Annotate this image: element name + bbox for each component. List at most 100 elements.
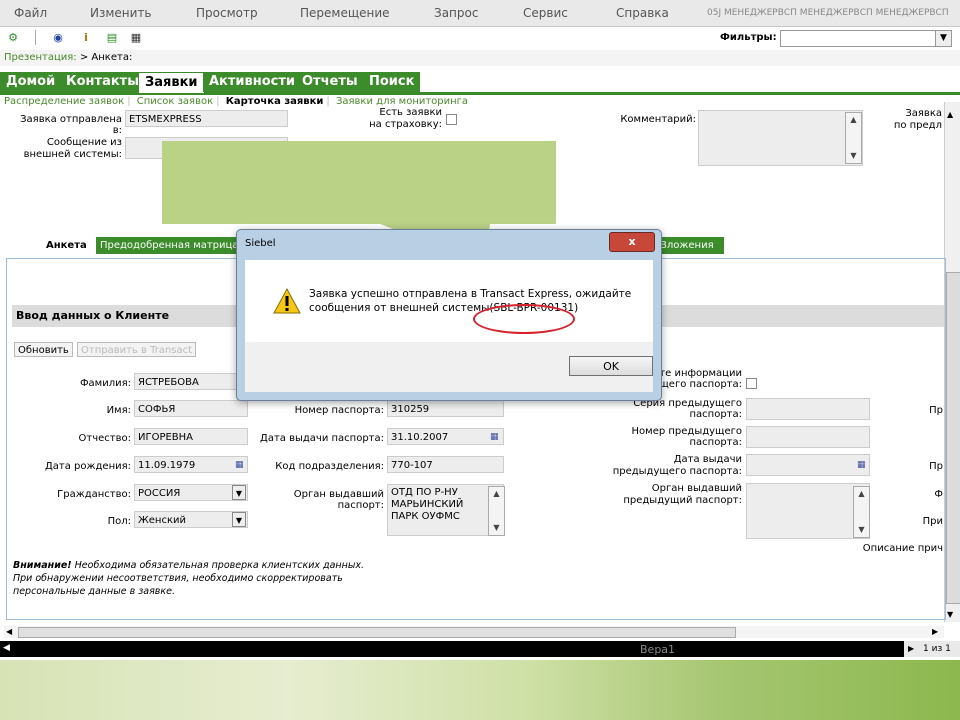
prev-number-label-2: паспорта:: [689, 437, 743, 448]
tab-reports[interactable]: Отчеты: [296, 72, 364, 92]
prev-number-field[interactable]: [746, 426, 870, 448]
link-request-card[interactable]: Карточка заявки: [226, 96, 324, 107]
breadcrumb-root[interactable]: Презентация:: [4, 52, 77, 63]
calendar-icon[interactable]: ▦: [235, 460, 245, 470]
menu-help[interactable]: Справка: [616, 6, 669, 20]
prev-issuer-scrollbar[interactable]: ▲ ▼: [853, 486, 870, 538]
comment-scrollbar[interactable]: ▲ ▼: [845, 112, 862, 164]
refresh-button[interactable]: Обновить: [14, 342, 73, 357]
menu-query[interactable]: Запрос: [434, 6, 478, 20]
scroll-down-icon[interactable]: ▼: [846, 149, 861, 162]
tab-requests[interactable]: Заявки: [138, 72, 205, 93]
scroll-thumb[interactable]: [946, 272, 960, 604]
birthdate-field[interactable]: 11.09.1979: [134, 456, 248, 473]
issuer-label: Орган выдавший паспорт:: [293, 489, 384, 511]
scroll-thumb[interactable]: [18, 627, 736, 638]
tab-activities[interactable]: Активности: [203, 72, 302, 92]
surname-field[interactable]: ЯСТРЕБОВА: [134, 373, 248, 390]
status-bar: ◀ Вера1 ▶ 1 из 1: [0, 641, 960, 657]
prev-series-label-2: паспорта:: [689, 409, 743, 420]
warning-line: Необходима обязательная проверка клиентс…: [71, 560, 364, 571]
dialog-title: Siebel: [245, 238, 276, 249]
binoculars-icon[interactable]: ◉: [52, 31, 64, 44]
scroll-left-icon[interactable]: ◀: [6, 627, 12, 636]
prev-date-label: Дата выдачи: [673, 454, 742, 465]
highlight-oval: [473, 304, 575, 334]
gender-label: Пол:: [107, 516, 131, 527]
prev-number-label: Номер предыдущего: [631, 426, 742, 437]
user-info: 05J МЕНЕДЖЕРВСП МЕНЕДЖЕРВСП МЕНЕДЖЕРВСП: [707, 8, 949, 18]
patronymic-field[interactable]: ИГОРЕВНА: [134, 428, 248, 445]
menu-tools[interactable]: Сервис: [523, 6, 568, 20]
menu-edit[interactable]: Изменить: [90, 6, 152, 20]
chevron-down-icon[interactable]: ▼: [232, 512, 246, 527]
menu-file[interactable]: Файл: [14, 6, 47, 20]
tab-contacts[interactable]: Контакты: [60, 72, 145, 92]
send-transact-button[interactable]: Отправить в Transact: [77, 342, 197, 357]
tab-home[interactable]: Домой: [0, 72, 62, 92]
filters-select[interactable]: ▼: [780, 30, 952, 47]
insurance-checkbox[interactable]: [446, 114, 457, 125]
chevron-down-icon[interactable]: ▼: [935, 31, 951, 46]
name-label: Имя:: [106, 405, 131, 416]
scroll-left-icon[interactable]: ◀: [3, 643, 10, 653]
name-field[interactable]: СОФЬЯ: [134, 400, 248, 417]
gender-field[interactable]: Женский: [134, 511, 248, 528]
surname-label: Фамилия:: [79, 378, 131, 389]
info-icon[interactable]: i: [80, 31, 92, 44]
scroll-up-icon[interactable]: ▲: [947, 110, 953, 119]
tab-preapproved[interactable]: Предодобренная матрица: [96, 237, 254, 254]
calendar-icon[interactable]: ▦: [857, 460, 867, 470]
document-icon[interactable]: ▤: [106, 31, 118, 44]
prev-series-field[interactable]: [746, 398, 870, 420]
scroll-down-icon[interactable]: ▼: [947, 610, 953, 619]
citizenship-field[interactable]: РОССИЯ: [134, 484, 248, 501]
warning-strong: Внимание!: [13, 560, 72, 571]
link-monitoring[interactable]: Заявки для мониторинга: [336, 96, 468, 107]
right-cut-label: При: [922, 516, 943, 527]
toolbar: ⚙ ◉ i ▤ ▦ Фильтры: ▼: [0, 27, 960, 49]
issuer-scrollbar[interactable]: ▲ ▼: [488, 486, 505, 536]
close-icon[interactable]: x: [609, 232, 655, 252]
horizontal-scrollbar[interactable]: ◀ ▶: [4, 626, 944, 638]
chevron-down-icon[interactable]: ▼: [232, 485, 246, 500]
prev-info-checkbox[interactable]: [746, 378, 757, 389]
reason-desc-label: Описание прич: [862, 543, 943, 554]
menu-navigate[interactable]: Перемещение: [300, 6, 390, 20]
prev-issuer-label: Орган выдавший: [651, 483, 742, 494]
calendar-icon[interactable]: ▦: [490, 432, 500, 442]
link-request-list[interactable]: Список заявок: [137, 96, 213, 107]
right-cut-label: Ф: [934, 489, 943, 500]
scroll-up-icon[interactable]: ▲: [489, 487, 504, 500]
tab-search[interactable]: Поиск: [363, 72, 421, 92]
vertical-scrollbar[interactable]: ▲ ▼: [944, 102, 960, 622]
right-cut-label: Пр: [929, 405, 943, 416]
prev-date-field[interactable]: [746, 454, 870, 476]
issuer-line: МАРЬИНСКИЙ: [391, 499, 464, 510]
scroll-up-icon[interactable]: ▲: [846, 113, 861, 126]
passport-date-label: Дата выдачи паспорта:: [260, 433, 384, 444]
right-label: Заявка: [905, 108, 942, 119]
sent-to-field[interactable]: ETSMEXPRESS: [125, 110, 288, 127]
passport-number-field[interactable]: 310259: [387, 400, 504, 417]
next-record-icon[interactable]: ▶: [908, 644, 914, 653]
warning-note: Внимание! Необходима обязательная провер…: [13, 559, 364, 598]
menu-view[interactable]: Просмотр: [196, 6, 258, 20]
scroll-down-icon[interactable]: ▼: [854, 523, 869, 536]
dialog-body: Заявка успешно отправлена в Transact Exp…: [245, 260, 653, 342]
tab-questionnaire[interactable]: Анкета: [42, 237, 91, 254]
calculator-icon[interactable]: ▦: [130, 31, 142, 44]
scroll-right-icon[interactable]: ▶: [932, 627, 938, 636]
sitemap-icon[interactable]: ⚙: [7, 31, 19, 44]
passport-number-label: Номер паспорта:: [294, 405, 384, 416]
link-distribution[interactable]: Распределение заявок: [4, 96, 124, 107]
comment-field[interactable]: [698, 110, 863, 166]
scroll-down-icon[interactable]: ▼: [489, 521, 504, 534]
scroll-up-icon[interactable]: ▲: [854, 487, 869, 500]
division-field[interactable]: 770-107: [387, 456, 504, 473]
passport-date-field[interactable]: 31.10.2007: [387, 428, 504, 445]
issuer-field[interactable]: ОТД ПО Р-НУ МАРЬИНСКИЙ ПАРК ОУФМС: [387, 484, 504, 536]
tab-attachments[interactable]: Вложения: [656, 237, 724, 254]
ok-button[interactable]: OK: [569, 356, 653, 376]
prev-issuer-field[interactable]: [746, 483, 870, 539]
